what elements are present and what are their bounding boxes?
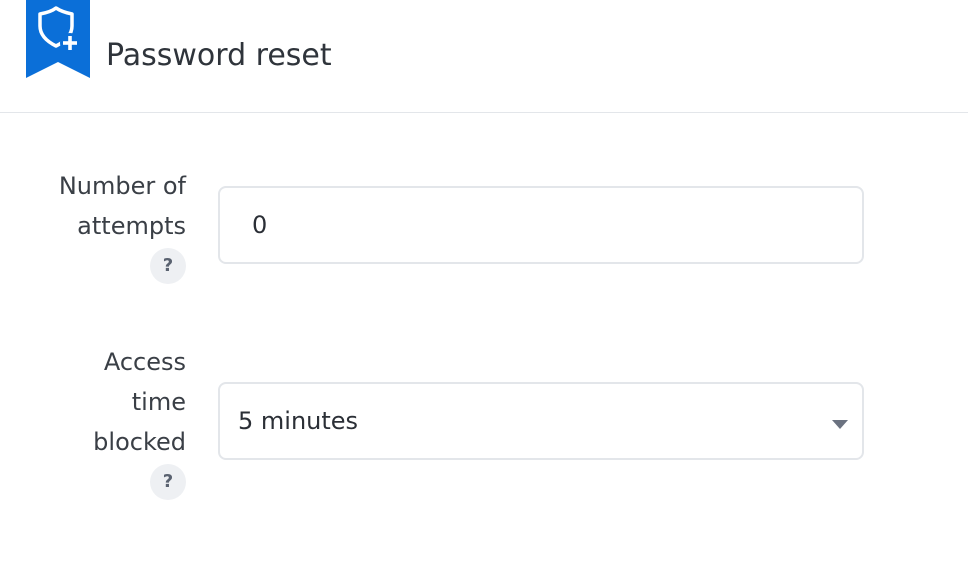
blocked-time-selected-value: 5 minutes (238, 407, 359, 435)
blocked-help-icon[interactable]: ? (150, 464, 186, 500)
chevron-down-icon (832, 420, 848, 429)
attempts-input[interactable] (252, 206, 832, 244)
attempts-label-line2: attempts (77, 212, 186, 240)
password-reset-page: Password reset Number of attempts ? Acce… (0, 0, 968, 570)
attempts-field[interactable] (218, 186, 864, 264)
blocked-label-line1: Access (103, 348, 186, 376)
page-title: Password reset (106, 38, 332, 73)
attempts-label: Number of attempts ? (40, 166, 186, 284)
page-header: Password reset (0, 0, 968, 113)
attempts-label-line1: Number of (58, 172, 186, 200)
shield-plus-icon (26, 0, 90, 78)
attempts-help-icon[interactable]: ? (150, 248, 186, 284)
blocked-label-line2: time (131, 388, 186, 416)
blocked-time-select[interactable]: 5 minutes (218, 382, 864, 460)
blocked-label-line3: blocked (93, 428, 186, 456)
blocked-label: Access time blocked ? (40, 342, 186, 500)
